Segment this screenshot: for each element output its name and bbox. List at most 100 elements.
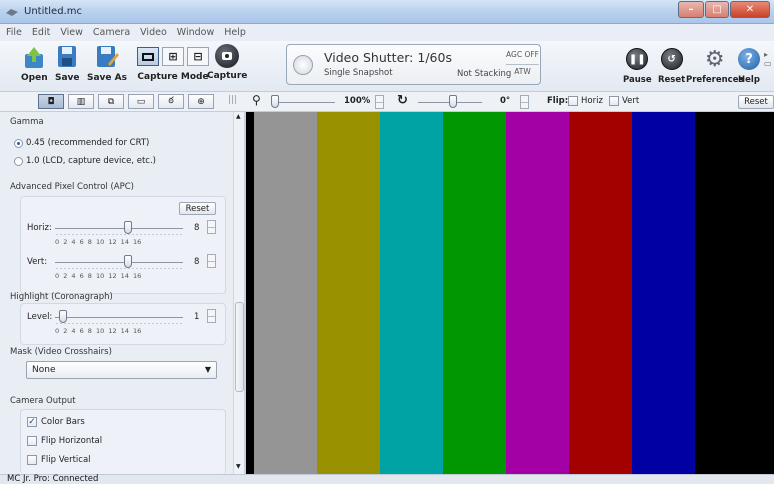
level-track[interactable] <box>55 317 183 318</box>
color-bars-label: Color Bars <box>41 417 85 427</box>
level-ticks <box>55 322 183 325</box>
maximize-button[interactable]: □ <box>705 1 729 18</box>
flip-horizontal-checkbox[interactable] <box>27 436 37 446</box>
rotation-slider-thumb[interactable] <box>449 95 457 108</box>
save-as-icon <box>96 46 119 67</box>
capture-type: Single Snapshot <box>324 68 393 78</box>
apc-vert-spinner[interactable] <box>207 254 216 268</box>
menu-window[interactable]: Window <box>177 27 214 38</box>
open-button[interactable]: Open <box>21 44 48 83</box>
quad-frame-mode-icon[interactable]: ⊞ <box>162 47 184 66</box>
level-thumb[interactable] <box>59 310 67 323</box>
atw-status: ATW <box>514 67 531 76</box>
tab-crosshair[interactable]: ⊕ <box>188 94 214 109</box>
scroll-up-icon[interactable]: ▲ <box>236 113 241 120</box>
chevron-down-icon: ▼ <box>204 365 211 374</box>
stacking-status: Not Stacking <box>457 69 512 79</box>
frame-icon: ▭ <box>136 96 146 107</box>
app-icon <box>6 9 18 16</box>
mask-select[interactable]: None ▼ <box>26 361 217 379</box>
tab-binocular[interactable]: ఠ <box>158 94 184 109</box>
apc-horiz-spinner[interactable] <box>207 220 216 234</box>
zoom-slider-thumb[interactable] <box>271 95 279 108</box>
mask-title: Mask (Video Crosshairs) <box>10 347 112 357</box>
flip-vert-label: Vert <box>622 96 640 106</box>
save-as-button[interactable]: Save As <box>87 44 127 83</box>
flip-horizontal-label: Flip Horizontal <box>41 436 103 446</box>
help-icon: ? <box>738 48 760 70</box>
pause-button[interactable]: ❚❚ Pause <box>623 48 652 85</box>
gamma-10-radio[interactable] <box>14 157 23 166</box>
apc-vert-value: 8 <box>194 257 200 267</box>
color-bar <box>380 112 443 474</box>
gamma-045-radio[interactable] <box>14 139 23 148</box>
mask-selected-value: None <box>32 365 56 375</box>
overflow-icon[interactable]: ▸ ▭ <box>764 50 773 74</box>
zoom-slider-track[interactable] <box>271 102 335 103</box>
color-bar <box>443 112 506 474</box>
open-icon <box>25 47 44 68</box>
single-frame-mode-icon[interactable] <box>137 47 159 66</box>
flip-horiz-checkbox[interactable] <box>568 96 578 106</box>
zoom-icon: ⚲ <box>252 93 261 107</box>
reset-camera-button[interactable]: ↺ Reset <box>658 48 685 85</box>
level-spinner[interactable] <box>207 309 216 323</box>
rotation-spinner[interactable] <box>520 95 529 109</box>
help-button[interactable]: ? Help <box>738 48 760 85</box>
connection-status: MC Jr. Pro: Connected <box>7 474 99 484</box>
menu-edit[interactable]: Edit <box>32 27 50 38</box>
color-bar <box>317 112 380 474</box>
tab-overlay[interactable]: ⧉ <box>98 94 124 109</box>
color-bar <box>632 112 695 474</box>
flip-vertical-checkbox[interactable] <box>27 455 37 465</box>
menu-camera[interactable]: Camera <box>93 27 130 38</box>
tab-frame[interactable]: ▭ <box>128 94 154 109</box>
apc-horiz-label: Horiz: <box>27 223 52 233</box>
save-button[interactable]: Save <box>55 44 80 83</box>
save-icon <box>58 46 77 67</box>
binocular-icon: ఠ <box>168 95 174 106</box>
apc-horiz-track[interactable] <box>55 228 183 229</box>
color-bars-checkbox[interactable]: ✓ <box>27 417 37 427</box>
view-reset-button[interactable]: Reset <box>738 95 774 109</box>
apc-reset-button[interactable]: Reset <box>179 202 216 215</box>
camera-output-title: Camera Output <box>10 396 76 406</box>
capture-mode-group: ⊞ ⊟ Capture Mode <box>137 44 209 82</box>
camera-status-panel: Video Shutter: 1/60s Single Snapshot Not… <box>286 44 541 85</box>
highlight-title: Highlight (Coronagraph) <box>10 292 113 302</box>
rotation-value: 0° <box>500 96 511 106</box>
zoom-spinner[interactable] <box>375 95 384 109</box>
panel-scrollbar[interactable]: ▲ ▼ <box>233 112 244 474</box>
tab-histogram[interactable]: ▥ <box>68 94 94 109</box>
camera-tab-icon: ◘ <box>47 96 55 107</box>
apc-vert-thumb[interactable] <box>124 255 132 268</box>
preferences-button[interactable]: ⚙ Preferences <box>686 47 744 86</box>
color-bar <box>254 112 317 474</box>
apc-vert-track[interactable] <box>55 262 183 263</box>
gamma-10-label: 1.0 (LCD, capture device, etc.) <box>26 156 156 166</box>
flip-vert-checkbox[interactable] <box>609 96 619 106</box>
apc-horiz-thumb[interactable] <box>124 221 132 234</box>
minimize-button[interactable]: – <box>678 1 704 18</box>
apc-title: Advanced Pixel Control (APC) <box>10 182 134 192</box>
gamma-title: Gamma <box>10 117 44 127</box>
capture-button[interactable]: Capture <box>207 44 247 81</box>
menu-file[interactable]: File <box>6 27 22 38</box>
tab-camera[interactable]: ◘ <box>38 94 64 109</box>
flip-vertical-label: Flip Vertical <box>41 455 91 465</box>
shutter-icon[interactable] <box>293 55 313 75</box>
crosshair-icon: ⊕ <box>197 96 205 107</box>
menu-view[interactable]: View <box>60 27 83 38</box>
menu-help[interactable]: Help <box>224 27 246 38</box>
color-bar <box>569 112 632 474</box>
menu-video[interactable]: Video <box>140 27 167 38</box>
scroll-down-icon[interactable]: ▼ <box>236 463 241 470</box>
close-button[interactable]: ✕ <box>730 1 770 18</box>
gear-icon: ⚙ <box>704 47 725 72</box>
level-label: Level: <box>27 312 53 322</box>
split-frame-mode-icon[interactable]: ⊟ <box>187 47 209 66</box>
panel-scroll-thumb[interactable] <box>235 302 244 392</box>
view-toolbar: ◘ ▥ ⧉ ▭ ఠ ⊕ ||| ⚲ 100% ↻ 0° Flip: Horiz … <box>0 92 774 112</box>
title-bar: Untitled.mc – □ ✕ <box>0 0 774 24</box>
video-preview[interactable] <box>246 112 774 474</box>
